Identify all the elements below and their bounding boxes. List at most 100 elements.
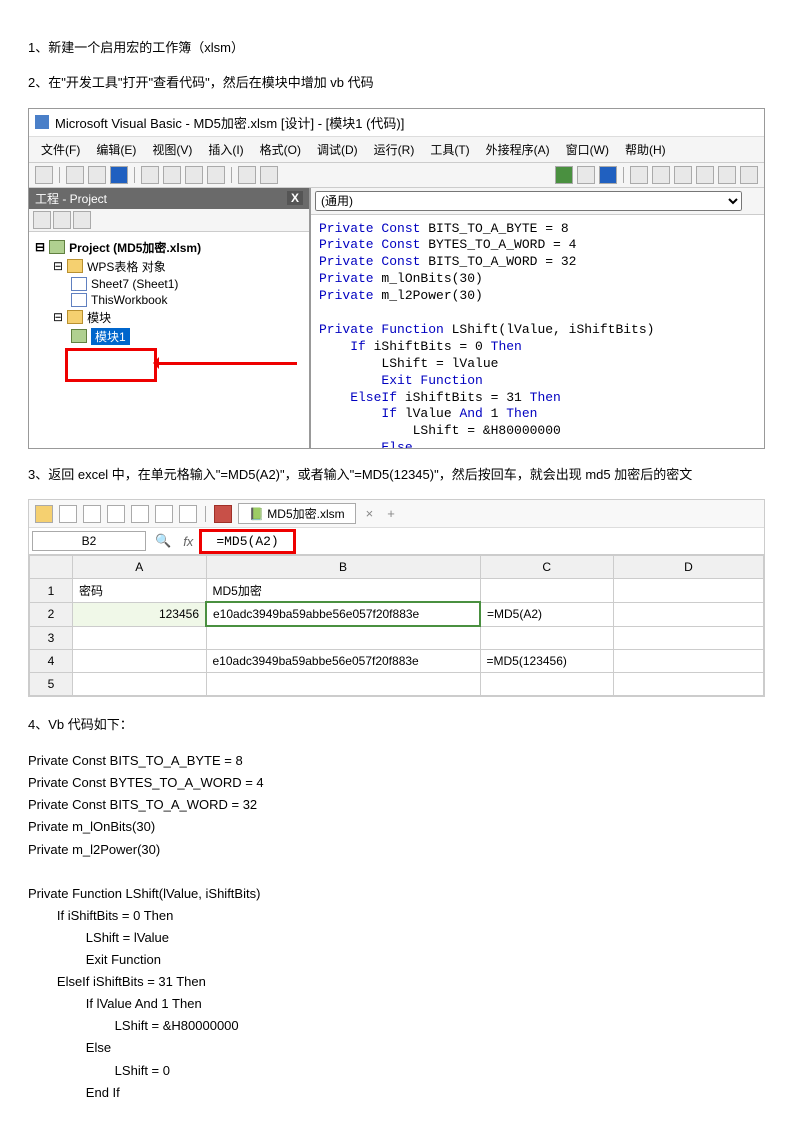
cell[interactable] (614, 579, 764, 603)
vbe-toolbar[interactable] (29, 163, 764, 188)
col-header[interactable]: D (614, 556, 764, 579)
object-dropdown[interactable]: (通用) (315, 191, 742, 211)
spreadsheet-grid[interactable]: ABCD 1密码MD5加密2123456e10adc3949ba59abbe56… (29, 555, 764, 696)
tree-sheet[interactable]: Sheet7 (Sheet1) (33, 276, 305, 292)
step-2: 2、在"开发工具"打开"查看代码"，然后在模块中增加 vb 代码 (28, 73, 765, 94)
cell[interactable] (614, 626, 764, 650)
tb-icon[interactable] (740, 166, 758, 184)
formula-input[interactable]: =MD5(A2) (199, 529, 295, 554)
tb-icon[interactable] (652, 166, 670, 184)
tb-icon[interactable] (696, 166, 714, 184)
menu-item[interactable]: 文件(F) (35, 139, 86, 160)
cell[interactable]: e10adc3949ba59abbe56e057f20f883e (206, 602, 480, 626)
cell[interactable]: 123456 (73, 602, 207, 626)
cut-icon[interactable] (141, 166, 159, 184)
tree-wps-objects[interactable]: ⊟ WPS表格 对象 (33, 257, 305, 276)
preview-icon[interactable] (131, 505, 149, 523)
pause-icon[interactable] (577, 166, 595, 184)
tree-module1[interactable]: 模块1 (33, 327, 305, 346)
save-icon[interactable] (59, 505, 77, 523)
copy-icon[interactable] (163, 166, 181, 184)
cell[interactable]: =MD5(123456) (480, 650, 614, 673)
cell[interactable] (614, 602, 764, 626)
code-line: Private Function LShift(lValue, iShiftBi… (28, 883, 765, 905)
row-header[interactable]: 2 (30, 602, 73, 626)
menu-item[interactable]: 外接程序(A) (480, 139, 556, 160)
row-header[interactable]: 3 (30, 626, 73, 650)
cell[interactable] (480, 673, 614, 696)
wps-icon[interactable] (35, 166, 53, 184)
project-tree[interactable]: ⊟ Project (MD5加密.xlsm) ⊟ WPS表格 对象 Sheet7… (29, 232, 309, 448)
close-icon[interactable]: X (287, 191, 303, 205)
tb-icon[interactable] (88, 166, 106, 184)
project-explorer: 工程 - Project X ⊟ Project (MD5加密.xlsm) ⊟ … (29, 188, 311, 448)
tab-close-icon[interactable]: × (362, 506, 378, 521)
corner-cell[interactable] (30, 556, 73, 579)
cell[interactable] (73, 650, 207, 673)
view-obj-icon[interactable] (53, 211, 71, 229)
cell[interactable] (614, 673, 764, 696)
formula-bar: B2 🔍 fx =MD5(A2) (29, 528, 764, 555)
redo-icon[interactable] (260, 166, 278, 184)
save-icon[interactable] (110, 166, 128, 184)
tree-modules[interactable]: ⊟ 模块 (33, 308, 305, 327)
excel-toolbar[interactable]: 📗 MD5加密.xlsm × + (29, 500, 764, 528)
col-header[interactable]: A (73, 556, 207, 579)
undo-icon[interactable] (238, 166, 256, 184)
cell[interactable] (206, 626, 480, 650)
vb-code-listing: Private Const BITS_TO_A_BYTE = 8 Private … (28, 750, 765, 1104)
code-line: Private m_lOnBits(30) (28, 816, 765, 838)
col-header[interactable]: C (480, 556, 614, 579)
tb-icon[interactable] (630, 166, 648, 184)
redo-icon[interactable] (179, 505, 197, 523)
tb-icon[interactable] (207, 166, 225, 184)
paste-icon[interactable] (185, 166, 203, 184)
cell[interactable] (73, 626, 207, 650)
menu-item[interactable]: 视图(V) (146, 139, 198, 160)
tree-project[interactable]: ⊟ Project (MD5加密.xlsm) (33, 238, 305, 257)
menu-item[interactable]: 编辑(E) (90, 139, 142, 160)
print-icon[interactable] (107, 505, 125, 523)
pdf-icon[interactable] (83, 505, 101, 523)
proj-toolbar[interactable] (29, 209, 309, 232)
file-tab[interactable]: 📗 MD5加密.xlsm (238, 503, 356, 524)
menu-item[interactable]: 工具(T) (424, 139, 475, 160)
code-line: Private Const BITS_TO_A_BYTE = 8 (28, 750, 765, 772)
cell[interactable]: 密码 (73, 579, 207, 603)
menu-item[interactable]: 帮助(H) (619, 139, 672, 160)
cell[interactable]: MD5加密 (206, 579, 480, 603)
row-header[interactable]: 5 (30, 673, 73, 696)
folder-icon[interactable] (73, 211, 91, 229)
run-icon[interactable] (555, 166, 573, 184)
tb-icon[interactable] (66, 166, 84, 184)
stop-icon[interactable] (599, 166, 617, 184)
cell[interactable] (206, 673, 480, 696)
menu-item[interactable]: 调试(D) (311, 139, 364, 160)
row-header[interactable]: 4 (30, 650, 73, 673)
code-line: Else (28, 1037, 765, 1059)
row-header[interactable]: 1 (30, 579, 73, 603)
cell[interactable] (480, 626, 614, 650)
undo-icon[interactable] (155, 505, 173, 523)
cell[interactable] (480, 579, 614, 603)
cell[interactable]: e10adc3949ba59abbe56e057f20f883e (206, 650, 480, 673)
menu-item[interactable]: 格式(O) (254, 139, 307, 160)
menu-item[interactable]: 插入(I) (202, 139, 249, 160)
cell[interactable]: =MD5(A2) (480, 602, 614, 626)
cell[interactable] (73, 673, 207, 696)
code-area[interactable]: Private Const BITS_TO_A_BYTE = 8 Private… (311, 215, 764, 448)
tb-icon[interactable] (718, 166, 736, 184)
tree-workbook[interactable]: ThisWorkbook (33, 292, 305, 308)
name-box[interactable]: B2 (32, 531, 146, 551)
tb-icon[interactable] (674, 166, 692, 184)
vbe-window: Microsoft Visual Basic - MD5加密.xlsm [设计]… (28, 108, 765, 449)
menu-item[interactable]: 窗口(W) (560, 139, 615, 160)
open-icon[interactable] (35, 505, 53, 523)
menu-item[interactable]: 运行(R) (368, 139, 421, 160)
vbe-menubar[interactable]: 文件(F)编辑(E)视图(V)插入(I)格式(O)调试(D)运行(R)工具(T)… (29, 137, 764, 163)
col-header[interactable]: B (206, 556, 480, 579)
view-code-icon[interactable] (33, 211, 51, 229)
zoom-icon[interactable]: 🔍 (149, 533, 177, 549)
tab-add-icon[interactable]: + (383, 506, 399, 521)
cell[interactable] (614, 650, 764, 673)
